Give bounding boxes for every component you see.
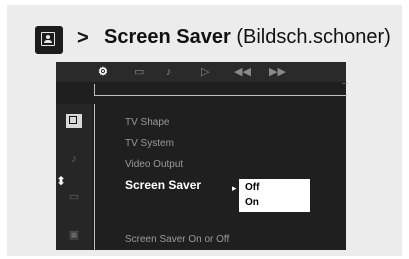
play-icon[interactable]: ▷	[201, 65, 209, 79]
menu-bracket-line	[94, 84, 347, 96]
status-text: Screen Saver On or Off	[125, 234, 230, 245]
arrow-right-icon: →	[340, 77, 350, 88]
subtitle-icon[interactable]: ▭	[134, 65, 144, 79]
menu-item-video-output[interactable]: Video Output	[125, 159, 183, 170]
page-title: Screen Saver (Bildsch.schoner)	[104, 26, 391, 49]
osd-top-bar: ⚙ ▭ ♪ ▷ ◀◀ ▶▶	[56, 62, 346, 82]
menu-item-tv-shape[interactable]: TV Shape	[125, 117, 169, 128]
nav-cursor-icon: ⬍	[56, 174, 67, 188]
general-setup-icon	[35, 26, 63, 54]
audio-icon[interactable]: ♪	[166, 65, 172, 79]
general-icon[interactable]	[66, 114, 82, 128]
osd-screen: ⚙ ▭ ♪ ▷ ◀◀ ▶▶ → ♪ ▭ ▣	[56, 62, 350, 250]
menu-item-tv-system[interactable]: TV System	[125, 138, 174, 149]
submenu-pointer-icon: ▸	[232, 183, 237, 193]
submenu-options: Off On	[239, 179, 310, 212]
audio-setup-icon[interactable]: ♪	[66, 152, 82, 166]
forward-icon[interactable]: ▶▶	[269, 65, 286, 79]
sidebar-divider	[94, 104, 95, 250]
language-icon[interactable]: ▭	[66, 190, 82, 204]
title-subtitle: (Bildsch.schoner)	[236, 26, 391, 48]
option-off[interactable]: Off	[245, 182, 259, 193]
option-on[interactable]: On	[245, 197, 259, 208]
settings-icon[interactable]: ⚙	[98, 65, 108, 79]
lock-icon[interactable]: ▣	[66, 228, 82, 242]
title-text: Screen Saver	[104, 26, 231, 48]
rewind-icon[interactable]: ◀◀	[234, 65, 251, 79]
menu-item-screen-saver[interactable]: Screen Saver	[125, 178, 201, 192]
breadcrumb-arrow: >	[77, 27, 89, 49]
